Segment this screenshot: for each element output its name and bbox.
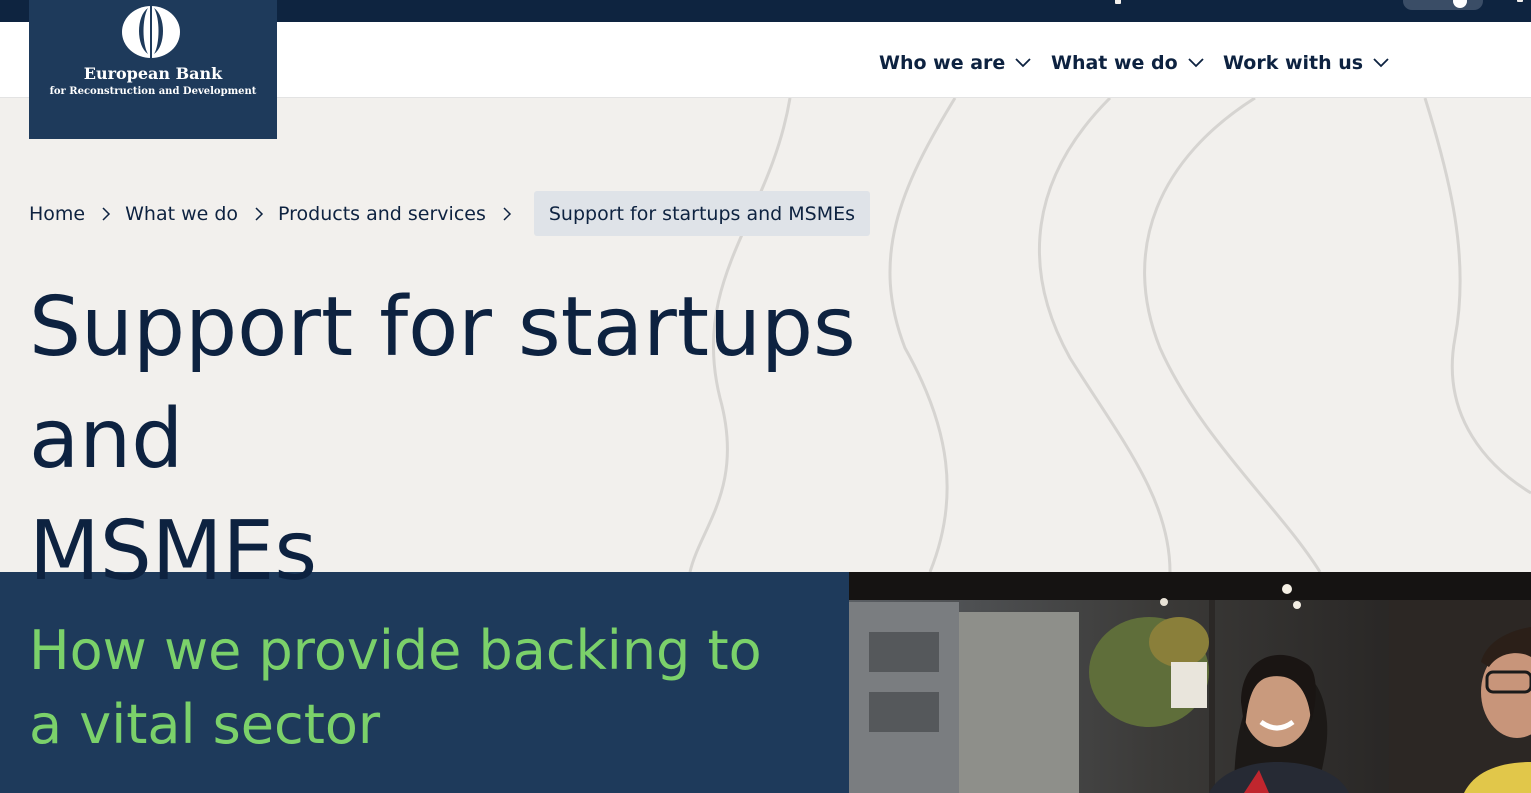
nav-item-what-we-do[interactable]: What we do [1051, 52, 1204, 74]
nav-item-label: What we do [1051, 52, 1178, 74]
section-title-line-2: a vital sector [29, 693, 381, 756]
language-toggle[interactable] [1403, 0, 1483, 10]
nav-item-who-we-are[interactable]: Who we are [879, 52, 1031, 74]
nav-item-work-with-us[interactable]: Work with us [1223, 52, 1389, 74]
ebrd-logo-icon [122, 6, 180, 58]
chevron-down-icon [1373, 58, 1389, 68]
page-title-line-2: MSMEs [29, 504, 318, 599]
chevron-down-icon [1015, 58, 1031, 68]
logo-subtitle: for Reconstruction and Development [49, 86, 257, 97]
section-title: How we provide backing to a vital sector [29, 614, 809, 762]
breadcrumb-home[interactable]: Home [29, 203, 85, 225]
site-logo[interactable]: European Bank for Reconstruction and Dev… [29, 0, 277, 139]
toggle-knob[interactable] [1453, 0, 1467, 8]
utility-link-fragment[interactable] [1115, 0, 1121, 4]
chevron-right-icon [255, 206, 264, 221]
breadcrumb-current: Support for startups and MSMEs [533, 191, 871, 236]
breadcrumb: Home What we do Products and services Su… [29, 191, 871, 236]
logo-title: European Bank [83, 64, 223, 83]
breadcrumb-what-we-do[interactable]: What we do [125, 203, 238, 225]
section-title-line-1: How we provide backing to [29, 619, 762, 682]
chevron-right-icon [102, 206, 111, 221]
chevron-right-icon [503, 206, 511, 221]
breadcrumb-products-and-services[interactable]: Products and services [278, 203, 486, 225]
chevron-down-icon [1188, 58, 1204, 68]
utility-link-fragment-right[interactable] [1517, 0, 1523, 2]
page-title: Support for startups and MSMEs [29, 272, 1029, 608]
nav-item-label: Who we are [879, 52, 1006, 74]
nav-item-label: Work with us [1223, 52, 1364, 74]
page-title-line-1: Support for startups and [29, 280, 856, 487]
